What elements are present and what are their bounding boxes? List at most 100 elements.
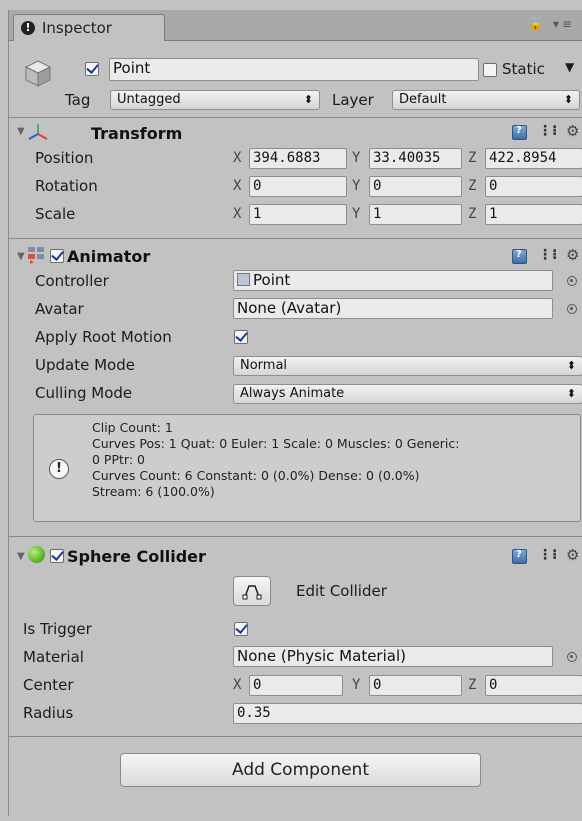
presets-icon[interactable]: ⋮⁝: [538, 547, 557, 563]
static-label: Static: [502, 60, 545, 78]
axis-z-label[interactable]: Z: [468, 206, 476, 222]
foldout-arrow-icon[interactable]: ▼: [17, 251, 25, 262]
tag-dropdown[interactable]: Untagged ⬍: [110, 90, 320, 110]
is-trigger-checkbox[interactable]: [234, 622, 248, 636]
update-mode-label: Update Mode: [35, 356, 135, 374]
object-picker-icon[interactable]: [567, 276, 577, 286]
layer-dropdown[interactable]: Default ⬍: [392, 90, 580, 110]
gear-icon[interactable]: ⚙: [566, 546, 579, 564]
sphere-collider-enabled-checkbox[interactable]: [50, 549, 64, 563]
lock-and-menu-icon[interactable]: 🔒 ▾≡: [528, 17, 575, 31]
axis-y-label[interactable]: Y: [352, 677, 360, 693]
tab-inspector-label: Inspector: [42, 19, 112, 37]
transform-title: Transform: [91, 124, 183, 143]
inspector-window: ! Inspector 🔒 ▾≡ Point Static ▼ Tag Unta…: [8, 10, 582, 816]
chevron-down-icon: ⬍: [566, 359, 576, 372]
presets-icon[interactable]: ⋮⁝: [538, 123, 557, 139]
presets-icon[interactable]: ⋮⁝: [538, 247, 557, 263]
scale-y-field[interactable]: 1: [369, 204, 462, 225]
divider: [9, 117, 582, 118]
object-name-field[interactable]: Point: [109, 58, 479, 81]
add-component-button[interactable]: Add Component: [120, 753, 481, 787]
axis-y-label[interactable]: Y: [352, 206, 360, 222]
sphere-collider-icon: [28, 546, 45, 563]
static-dropdown-icon[interactable]: ▼: [565, 60, 574, 74]
help-icon[interactable]: [512, 249, 527, 264]
sphere-collider-title: Sphere Collider: [67, 547, 206, 566]
edit-collider-button[interactable]: [233, 576, 271, 606]
info-line: 0 PPtr: 0: [92, 452, 145, 467]
material-label: Material: [23, 648, 84, 666]
divider: [9, 736, 582, 737]
position-z-field[interactable]: 422.8954: [485, 148, 582, 169]
radius-label: Radius: [23, 704, 74, 722]
info-icon: !: [49, 459, 69, 479]
update-mode-dropdown[interactable]: Normal ⬍: [233, 356, 582, 376]
object-picker-icon[interactable]: [567, 304, 577, 314]
static-checkbox[interactable]: [483, 63, 497, 77]
controller-field[interactable]: Point: [233, 270, 553, 291]
radius-field[interactable]: 0.35: [233, 703, 582, 724]
info-line: Stream: 6 (100.0%): [92, 484, 215, 499]
scale-label: Scale: [35, 205, 76, 223]
center-x-field[interactable]: 0: [249, 675, 343, 696]
rotation-label: Rotation: [35, 177, 98, 195]
axis-y-label[interactable]: Y: [352, 150, 360, 166]
tab-bar: ! Inspector 🔒 ▾≡: [9, 10, 582, 41]
foldout-arrow-icon[interactable]: ▼: [17, 551, 25, 562]
axis-x-label[interactable]: X: [233, 150, 241, 166]
divider: [9, 238, 582, 239]
gear-icon[interactable]: ⚙: [566, 246, 579, 264]
center-z-field[interactable]: 0: [485, 675, 582, 696]
axis-x-label[interactable]: X: [233, 677, 241, 693]
culling-mode-label: Culling Mode: [35, 384, 133, 402]
transform-icon: [27, 122, 49, 146]
avatar-field[interactable]: None (Avatar): [233, 298, 553, 319]
help-icon[interactable]: [512, 125, 527, 140]
tab-inspector[interactable]: ! Inspector: [13, 14, 165, 41]
update-mode-value: Normal: [240, 358, 288, 373]
controller-value: Point: [253, 271, 291, 289]
object-picker-icon[interactable]: [567, 652, 577, 662]
tag-label: Tag: [65, 91, 91, 109]
scale-x-field[interactable]: 1: [249, 204, 347, 225]
foldout-arrow-icon[interactable]: ▼: [17, 126, 25, 137]
rotation-y-field[interactable]: 0: [369, 176, 462, 197]
chevron-down-icon: ⬍: [563, 93, 573, 106]
apply-root-motion-label: Apply Root Motion: [35, 328, 172, 346]
rotation-x-field[interactable]: 0: [249, 176, 347, 197]
center-y-field[interactable]: 0: [369, 675, 462, 696]
culling-mode-value: Always Animate: [240, 386, 345, 401]
info-line: Clip Count: 1: [92, 420, 173, 435]
chevron-down-icon: ⬍: [303, 93, 313, 106]
position-y-field[interactable]: 33.40035: [369, 148, 462, 169]
animator-title: Animator: [67, 247, 151, 266]
layer-label: Layer: [332, 91, 374, 109]
rotation-z-field[interactable]: 0: [485, 176, 582, 197]
position-x-field[interactable]: 394.6883: [249, 148, 347, 169]
apply-root-motion-checkbox[interactable]: [234, 330, 248, 344]
axis-z-label[interactable]: Z: [468, 178, 476, 194]
edit-collider-label: Edit Collider: [296, 582, 387, 600]
center-label: Center: [23, 676, 74, 694]
active-toggle[interactable]: [85, 62, 99, 76]
scale-z-field[interactable]: 1: [485, 204, 582, 225]
chevron-down-icon: ⬍: [566, 387, 576, 400]
animator-icon: [27, 246, 45, 268]
help-icon[interactable]: [512, 549, 527, 564]
axis-z-label[interactable]: Z: [468, 150, 476, 166]
position-label: Position: [35, 149, 94, 167]
avatar-label: Avatar: [35, 300, 84, 318]
axis-x-label[interactable]: X: [233, 178, 241, 194]
info-line: Curves Count: 6 Constant: 0 (0.0%) Dense…: [92, 468, 420, 483]
animator-info-box: ! Clip Count: 1 Curves Pos: 1 Quat: 0 Eu…: [33, 414, 581, 522]
gear-icon[interactable]: ⚙: [566, 122, 579, 140]
axis-y-label[interactable]: Y: [352, 178, 360, 194]
material-field[interactable]: None (Physic Material): [233, 646, 553, 667]
edit-collider-icon: [242, 585, 262, 600]
axis-z-label[interactable]: Z: [468, 677, 476, 693]
culling-mode-dropdown[interactable]: Always Animate ⬍: [233, 384, 582, 404]
animator-enabled-checkbox[interactable]: [50, 249, 64, 263]
layer-value: Default: [399, 92, 447, 107]
axis-x-label[interactable]: X: [233, 206, 241, 222]
